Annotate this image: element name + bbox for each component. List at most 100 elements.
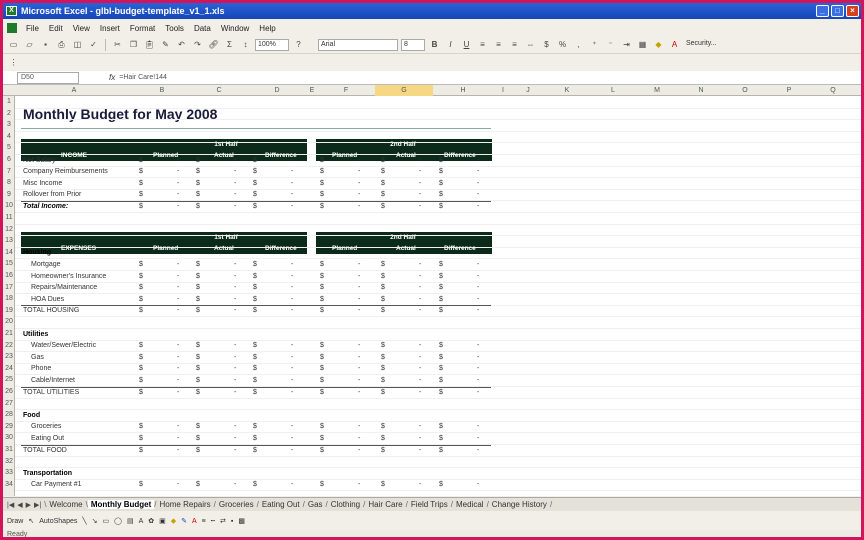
row-header[interactable]: 30 — [3, 433, 15, 443]
textbox-icon[interactable]: ▤ — [127, 517, 134, 525]
worksheet[interactable]: Monthly Budget for May 2008 1st Half INC… — [15, 96, 861, 496]
menu-data[interactable]: Data — [189, 24, 216, 33]
select-objects-icon[interactable]: ↖ — [28, 517, 34, 525]
close-button[interactable]: × — [846, 5, 859, 17]
print-icon[interactable]: ⎙ — [55, 40, 68, 50]
row-header[interactable]: 34 — [3, 480, 15, 490]
row-header[interactable]: 8 — [3, 178, 15, 188]
row-header[interactable]: 2 — [3, 109, 15, 119]
underline-button[interactable]: U — [460, 40, 473, 49]
col-header-l[interactable]: L — [591, 85, 635, 96]
tab-field-trips[interactable]: Field Trips — [408, 500, 451, 509]
row-header[interactable]: 23 — [3, 352, 15, 362]
tab-hair-care[interactable]: Hair Care — [365, 500, 405, 509]
new-icon[interactable]: ▭ — [7, 40, 20, 49]
dash-style-icon[interactable]: ┅ — [211, 517, 215, 525]
draw-menu[interactable]: Draw — [7, 518, 23, 525]
spelling-icon[interactable]: ✓ — [87, 40, 100, 49]
row-header[interactable]: 20 — [3, 317, 15, 327]
percent-icon[interactable]: % — [556, 40, 569, 49]
row-header[interactable]: 22 — [3, 341, 15, 351]
row-header[interactable]: 11 — [3, 213, 15, 223]
menu-window[interactable]: Window — [216, 24, 254, 33]
first-sheet-icon[interactable]: |◀ — [7, 501, 14, 509]
menu-format[interactable]: Format — [125, 24, 160, 33]
redo-icon[interactable]: ↷ — [191, 40, 204, 49]
save-icon[interactable]: ▪ — [39, 40, 52, 49]
row-header[interactable]: 25 — [3, 375, 15, 385]
hyperlink-icon[interactable]: 🔗︎ — [207, 40, 220, 49]
row-header[interactable]: 33 — [3, 468, 15, 478]
tab-clothing[interactable]: Clothing — [328, 500, 363, 509]
fill-color-icon[interactable]: ◆ — [652, 40, 665, 49]
3d-icon[interactable]: ▩ — [238, 517, 245, 525]
fx-icon[interactable]: fx — [109, 73, 115, 82]
rectangle-icon[interactable]: ▭ — [102, 517, 109, 525]
col-header-i[interactable]: I — [493, 85, 513, 96]
row-header[interactable]: 28 — [3, 410, 15, 420]
arrow-style-icon[interactable]: ⇄ — [220, 517, 226, 525]
oval-icon[interactable]: ◯ — [114, 517, 122, 525]
col-header-e[interactable]: E — [307, 85, 317, 96]
row-header[interactable]: 18 — [3, 294, 15, 304]
line-style-icon[interactable]: ≡ — [202, 518, 206, 525]
tab-monthly-budget[interactable]: Monthly Budget — [87, 500, 155, 509]
shadow-icon[interactable]: ▪ — [231, 518, 233, 525]
menu-insert[interactable]: Insert — [95, 24, 125, 33]
col-header-q[interactable]: Q — [811, 85, 855, 96]
help-icon[interactable]: ? — [292, 40, 305, 49]
col-header-j[interactable]: J — [513, 85, 543, 96]
row-header[interactable]: 24 — [3, 364, 15, 374]
row-header[interactable]: 19 — [3, 306, 15, 316]
fill-color-icon[interactable]: ◆ — [171, 517, 176, 525]
row-header[interactable]: 15 — [3, 259, 15, 269]
row-header[interactable]: 4 — [3, 132, 15, 142]
tab-eating-out[interactable]: Eating Out — [259, 500, 303, 509]
col-header-a[interactable]: A — [15, 85, 133, 96]
maximize-button[interactable]: □ — [831, 5, 844, 17]
font-color-icon[interactable]: A — [192, 518, 197, 525]
font-color-icon[interactable]: A — [668, 40, 681, 49]
row-header[interactable]: 21 — [3, 329, 15, 339]
formula-input[interactable]: =Hair Care!144 — [119, 74, 167, 81]
row-header[interactable]: 31 — [3, 445, 15, 455]
name-box[interactable]: D50 — [17, 71, 79, 84]
col-header-m[interactable]: M — [635, 85, 679, 96]
tab-home-repairs[interactable]: Home Repairs — [157, 500, 214, 509]
picture-icon[interactable]: ▣ — [159, 517, 166, 525]
format-painter-icon[interactable]: ✎ — [159, 40, 172, 49]
merge-center-icon[interactable]: ⇔ — [524, 40, 537, 49]
indent-icon[interactable]: ⇥ — [620, 40, 633, 49]
arrow-icon[interactable]: ↘ — [92, 517, 98, 525]
bold-button[interactable]: B — [428, 40, 441, 49]
line-color-icon[interactable]: ✎ — [181, 517, 187, 525]
cut-icon[interactable]: ✂ — [111, 40, 124, 49]
row-header[interactable]: 3 — [3, 120, 15, 130]
col-header-o[interactable]: O — [723, 85, 767, 96]
increase-decimal-icon[interactable]: ⁺ — [588, 40, 601, 49]
tab-groceries[interactable]: Groceries — [216, 500, 257, 509]
row-header[interactable]: 6 — [3, 155, 15, 165]
tab-medical[interactable]: Medical — [453, 500, 487, 509]
last-sheet-icon[interactable]: ▶| — [34, 501, 41, 509]
menu-edit[interactable]: Edit — [44, 24, 68, 33]
col-header-c[interactable]: C — [191, 85, 247, 96]
row-header[interactable]: 29 — [3, 422, 15, 432]
paste-icon[interactable]: 📋︎ — [143, 40, 156, 49]
row-header[interactable]: 16 — [3, 271, 15, 281]
zoom-select[interactable]: 100% — [255, 38, 289, 51]
wordart-icon[interactable]: A — [139, 518, 144, 525]
next-sheet-icon[interactable]: ▶ — [26, 501, 31, 509]
col-header-k[interactable]: K — [543, 85, 591, 96]
align-right-icon[interactable]: ≡ — [508, 40, 521, 49]
sort-icon[interactable]: ↕ — [239, 40, 252, 49]
row-header[interactable]: 9 — [3, 190, 15, 200]
col-header-f[interactable]: F — [317, 85, 375, 96]
row-header[interactable]: 14 — [3, 248, 15, 258]
font-size-select[interactable]: 8 — [401, 38, 425, 51]
menu-file[interactable]: File — [21, 24, 44, 33]
clipart-icon[interactable]: ✿ — [148, 517, 154, 525]
row-header[interactable]: 17 — [3, 283, 15, 293]
currency-icon[interactable]: $ — [540, 40, 553, 49]
autoshapes-menu[interactable]: AutoShapes — [39, 518, 77, 525]
